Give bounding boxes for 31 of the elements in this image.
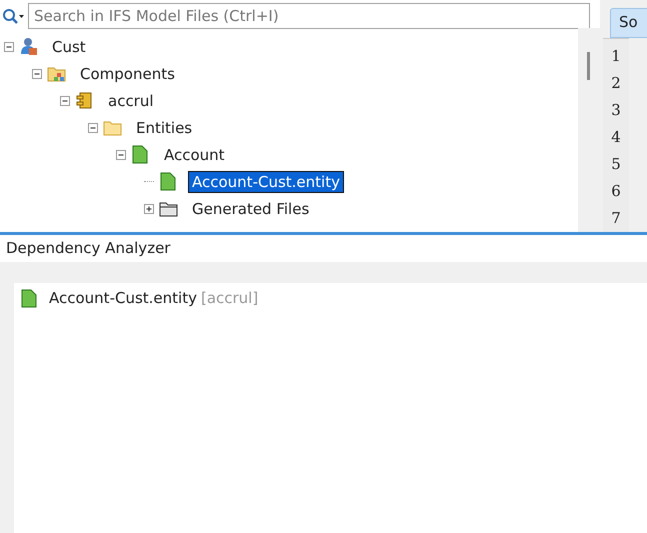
tree-item[interactable]: Generated Files	[189, 198, 312, 218]
line-number: 2	[610, 73, 622, 94]
collapse-icon[interactable]	[32, 68, 42, 78]
component-icon	[75, 91, 94, 110]
tree-item[interactable]: Entities	[133, 118, 196, 138]
file-icon	[20, 288, 39, 308]
file-icon	[159, 172, 178, 191]
tree-item[interactable]: Components	[77, 64, 178, 84]
tree-item[interactable]: Account	[161, 144, 228, 164]
tree-item[interactable]: Cust	[49, 36, 89, 56]
tree-item[interactable]: Account-Cust.entity	[189, 172, 343, 192]
tree-item[interactable]: accrul	[105, 90, 157, 110]
line-number: 3	[610, 100, 622, 121]
scrollbar-thumb[interactable]	[587, 52, 590, 80]
module-label: [accrul]	[200, 289, 258, 307]
search-icon	[2, 8, 25, 24]
line-number: 1	[610, 46, 622, 67]
editor-tab[interactable]: So	[610, 8, 647, 38]
collapse-icon[interactable]	[116, 150, 126, 160]
result-item[interactable]: Account-Cust.entity	[49, 289, 197, 307]
line-number: 5	[610, 154, 622, 175]
line-number: 4	[610, 127, 622, 148]
line-number: 6	[610, 181, 622, 202]
user-icon	[19, 37, 38, 56]
file-icon	[131, 145, 150, 164]
search-field[interactable]: Search in IFS Model Files (Ctrl+I)	[28, 3, 590, 29]
collapse-icon[interactable]	[88, 122, 98, 132]
expand-icon[interactable]	[144, 204, 154, 214]
collapse-icon[interactable]	[4, 42, 14, 52]
collapse-icon[interactable]	[60, 96, 70, 106]
line-number: 7	[610, 208, 622, 229]
